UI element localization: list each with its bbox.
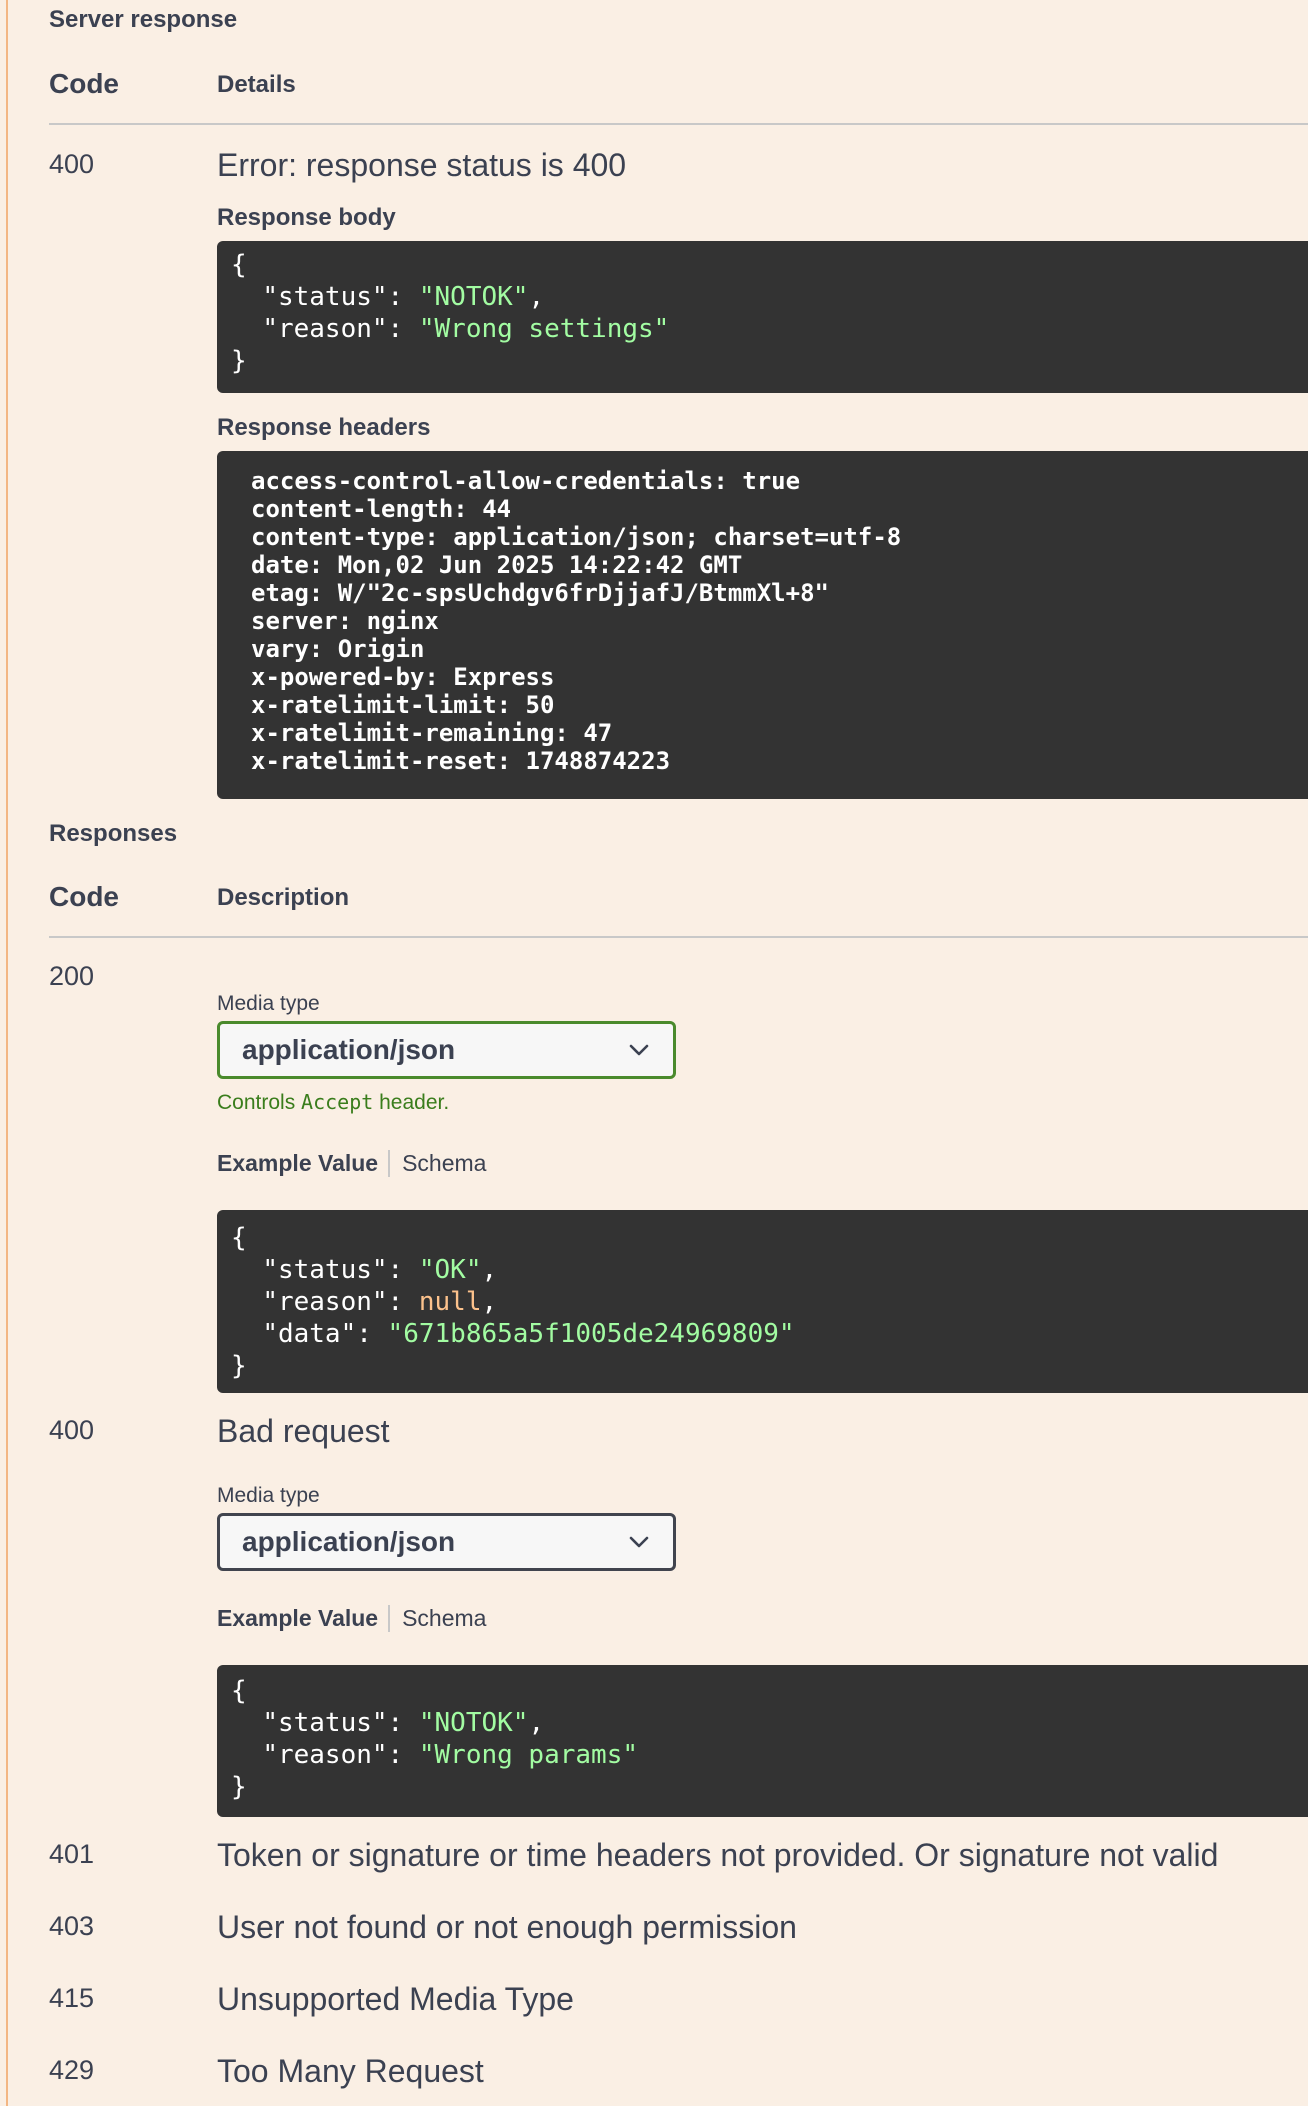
responses-title: Responses	[49, 820, 178, 847]
server-response-title: Server response	[49, 6, 238, 33]
chevron-down-icon	[627, 1530, 651, 1554]
response-body-json: { "status": "NOTOK", "reason": "Wrong se…	[231, 250, 670, 376]
response-code-401: 401	[49, 1839, 95, 1869]
header-line: etag: W/"2c-spsUchdgv6frDjjafJ/BtmmXl+8"	[251, 579, 829, 607]
header-line: x-ratelimit-limit: 50	[251, 691, 555, 719]
response-headers-list: access-control-allow-credentials: true c…	[217, 451, 1308, 791]
server-response-status-code: 400	[49, 149, 95, 179]
header-line: content-length: 44	[251, 495, 512, 523]
header-line: x-ratelimit-reset: 1748874223	[251, 747, 671, 775]
response-403-description: User not found or not enough permission	[217, 1909, 797, 1945]
response-400-description: Bad request	[217, 1413, 390, 1449]
response-body-label: Response body	[217, 204, 396, 231]
left-accent-rule	[6, 0, 8, 2106]
responses-description-header: Description	[217, 884, 350, 911]
response-body-code[interactable]: { "status": "NOTOK", "reason": "Wrong se…	[217, 241, 1308, 393]
example-json-200: { "status": "OK", "reason": null, "data"…	[231, 1223, 795, 1381]
response-code-415: 415	[49, 1983, 95, 2013]
response-code-200: 200	[49, 961, 95, 991]
response-headers-label: Response headers	[217, 414, 431, 441]
example-schema-tabs-200: Example Value Schema	[217, 1150, 486, 1177]
responses-divider	[49, 936, 1308, 938]
media-type-value: application/json	[242, 1034, 456, 1065]
example-value-400[interactable]: { "status": "NOTOK", "reason": "Wrong pa…	[217, 1665, 1308, 1817]
tab-schema[interactable]: Schema	[390, 1605, 486, 1632]
response-code-429: 429	[49, 2055, 95, 2085]
header-line: access-control-allow-credentials: true	[251, 467, 801, 495]
media-type-label: Media type	[217, 992, 320, 1015]
header-line: server: nginx	[251, 607, 439, 635]
server-response-code-header: Code	[49, 68, 119, 99]
tab-example-value[interactable]: Example Value	[217, 1605, 391, 1632]
response-401-description: Token or signature or time headers not p…	[217, 1837, 1219, 1873]
header-line: x-ratelimit-remaining: 47	[251, 719, 613, 747]
media-type-select-200[interactable]: application/json	[217, 1021, 676, 1079]
media-type-select-400[interactable]: application/json	[217, 1513, 676, 1571]
tab-example-value[interactable]: Example Value	[217, 1150, 391, 1177]
response-headers-code[interactable]: access-control-allow-credentials: true c…	[217, 451, 1308, 799]
response-429-description: Too Many Request	[217, 2053, 484, 2089]
header-line: x-powered-by: Express	[251, 663, 555, 691]
response-code-400: 400	[49, 1415, 95, 1445]
server-response-divider	[49, 123, 1308, 125]
media-type-label: Media type	[217, 1484, 320, 1507]
server-response-details-header: Details	[217, 71, 296, 98]
header-line: content-type: application/json; charset=…	[251, 523, 902, 551]
chevron-down-icon	[627, 1038, 651, 1062]
header-line: date: Mon,02 Jun 2025 14:22:42 GMT	[251, 551, 743, 579]
media-type-value: application/json	[242, 1526, 456, 1557]
header-line: vary: Origin	[251, 635, 425, 663]
example-value-200[interactable]: { "status": "OK", "reason": null, "data"…	[217, 1210, 1308, 1393]
example-schema-tabs-400: Example Value Schema	[217, 1605, 486, 1632]
response-415-description: Unsupported Media Type	[217, 1981, 574, 2017]
response-code-403: 403	[49, 1911, 95, 1941]
example-json-400: { "status": "NOTOK", "reason": "Wrong pa…	[231, 1676, 639, 1802]
controls-accept-hint: Controls Accept header.	[217, 1090, 450, 1114]
tab-schema[interactable]: Schema	[390, 1150, 486, 1177]
responses-code-header: Code	[49, 881, 119, 912]
server-response-error-text: Error: response status is 400	[217, 147, 627, 183]
